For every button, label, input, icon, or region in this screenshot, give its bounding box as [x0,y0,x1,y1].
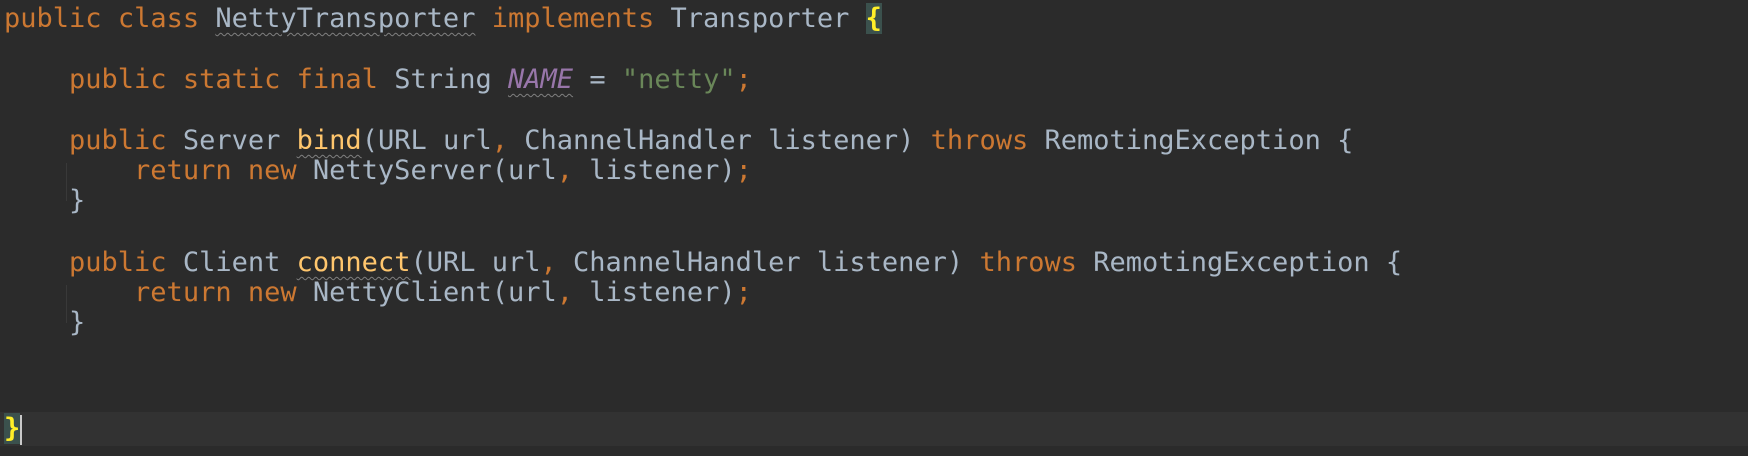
operator: = [589,64,606,95]
keyword: return [134,277,232,308]
constructor-call: listener) [589,155,736,186]
comma: , [491,125,508,156]
parameters: (URL url [361,125,492,156]
brace: } [69,185,86,216]
brace: { [1337,125,1354,156]
interface-name: Transporter [670,3,850,34]
constructor-call: listener) [589,277,736,308]
keyword: public [69,64,167,95]
comma: , [540,247,557,278]
type-name: Server [182,125,281,156]
semicolon: ; [735,155,752,186]
keyword: class [117,3,200,34]
keyword: throws [979,247,1077,278]
keyword: public [4,3,102,34]
code-line-class-declaration[interactable]: public class NettyTransporter implements… [4,2,882,36]
text-cursor [20,414,23,445]
keyword: public [69,125,167,156]
method-name: connect [296,247,411,278]
type-name: String [394,64,492,95]
type-name: Client [182,247,281,278]
keyword: public [69,247,167,278]
keyword: throws [930,125,1029,156]
brace: { [1385,247,1403,278]
keyword: return [134,155,232,186]
code-line-return-client[interactable]: return new NettyClient(url, listener); [4,276,752,310]
code-line-close-brace[interactable]: } [4,184,85,218]
current-line-highlight [0,412,1748,446]
code-line-class-close[interactable]: } [4,412,23,446]
exception-type: RemotingException [1044,125,1321,156]
semicolon: ; [735,64,752,95]
matched-brace: { [865,3,882,34]
code-line-connect-method[interactable]: public Client connect(URL url, ChannelHa… [4,246,1402,280]
parameters: ChannelHandler listener) [524,125,915,156]
keyword: new [247,155,297,186]
keyword: implements [491,3,655,34]
code-line-close-brace[interactable]: } [4,306,85,340]
comma: , [556,277,574,308]
method-name: bind [296,125,362,156]
constant-name: NAME [508,64,574,95]
exception-type: RemotingException [1093,247,1370,278]
keyword: new [247,277,297,308]
string-literal: "netty" [621,64,736,95]
code-editor[interactable]: public class NettyTransporter implements… [0,0,1748,456]
constructor-call: NettyServer(url [312,155,557,186]
constructor-call: NettyClient(url [312,277,557,308]
class-name: NettyTransporter [215,3,476,34]
keyword: static [182,64,281,95]
code-line-field[interactable]: public static final String NAME = "netty… [4,63,752,97]
code-line-return-server[interactable]: return new NettyServer(url, listener); [4,154,752,188]
keyword: final [296,64,378,95]
parameters: ChannelHandler listener) [573,247,964,278]
parameters: (URL url [410,247,541,278]
comma: , [556,155,574,186]
semicolon: ; [735,277,752,308]
brace: } [69,307,86,338]
code-line-bind-method[interactable]: public Server bind(URL url, ChannelHandl… [4,124,1353,158]
matched-brace: } [4,413,21,444]
